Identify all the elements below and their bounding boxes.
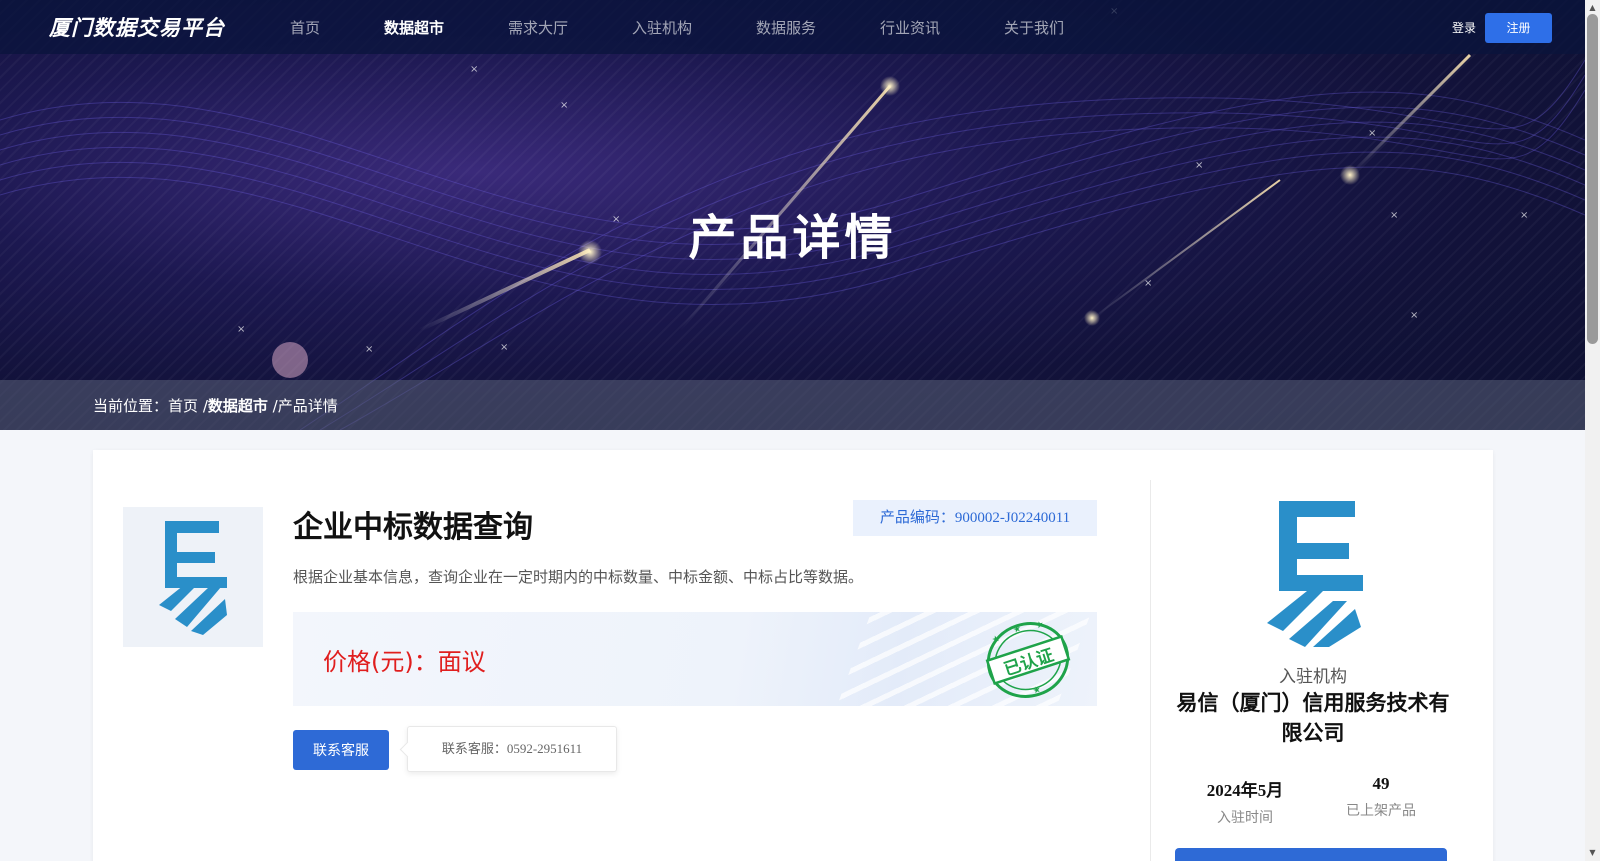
svg-text:×: × bbox=[1195, 160, 1203, 171]
breadcrumb-prefix: 当前位置： bbox=[93, 397, 169, 415]
nav-item-data-services[interactable]: 数据服务 bbox=[756, 17, 816, 38]
price-box: 价格(元)：面议 ★ ★ ★ ★ 已认证 bbox=[293, 612, 1097, 706]
svg-text:×: × bbox=[500, 342, 508, 353]
yixin-logo-icon bbox=[159, 521, 227, 635]
contact-tooltip: 联系客服：0592-2951611 bbox=[407, 726, 617, 772]
product-price: 价格(元)：面议 bbox=[323, 648, 486, 676]
svg-text:×: × bbox=[1144, 278, 1152, 289]
contact-service-button[interactable]: 联系客服 bbox=[293, 730, 389, 770]
svg-text:×: × bbox=[365, 344, 373, 355]
nav-item-home[interactable]: 首页 bbox=[290, 17, 320, 38]
page-title: 产品详情 bbox=[688, 210, 897, 266]
join-time-label: 入驻时间 bbox=[1217, 810, 1273, 826]
scroll-down-arrow[interactable]: ▼ bbox=[1587, 847, 1598, 859]
login-link[interactable]: 登录 bbox=[1452, 19, 1476, 36]
stat-listed-products: 49 已上架产品 bbox=[1321, 774, 1441, 820]
institution-name[interactable]: 易信（厦门）信用服务技术有限公司 bbox=[1173, 688, 1453, 748]
svg-text:×: × bbox=[470, 64, 478, 75]
nav-item-institutions[interactable]: 入驻机构 bbox=[632, 17, 692, 38]
stat-join-time: 2024年5月 入驻时间 bbox=[1185, 776, 1305, 827]
certified-seal-icon: ★ ★ ★ ★ 已认证 bbox=[985, 620, 1071, 698]
breadcrumb-bar: 当前位置：首页 /数据超市 /产品详情 bbox=[0, 380, 1585, 430]
nav-item-industry-news[interactable]: 行业资讯 bbox=[880, 17, 940, 38]
vertical-divider bbox=[1150, 480, 1151, 861]
institution-action-button[interactable] bbox=[1175, 848, 1447, 861]
listed-products-label: 已上架产品 bbox=[1346, 803, 1416, 819]
product-detail-card: 企业中标数据查询 产品编码：900002-J02240011 根据企业基本信息，… bbox=[93, 450, 1493, 861]
breadcrumb-data-market[interactable]: 数据超市 bbox=[208, 397, 268, 415]
register-button[interactable]: 注册 bbox=[1485, 13, 1552, 43]
nav-item-demand-hall[interactable]: 需求大厅 bbox=[508, 17, 568, 38]
svg-text:×: × bbox=[1410, 310, 1418, 321]
top-navbar: 厦门数据交易平台 首页 数据超市 需求大厅 入驻机构 数据服务 行业资讯 关于我… bbox=[0, 0, 1585, 54]
svg-text:×: × bbox=[1368, 128, 1376, 139]
listed-products-value: 49 bbox=[1372, 774, 1390, 793]
institution-label: 入驻机构 bbox=[1279, 667, 1347, 687]
svg-text:×: × bbox=[560, 100, 568, 111]
site-logo[interactable]: 厦门数据交易平台 bbox=[49, 12, 225, 42]
product-description: 根据企业基本信息，查询企业在一定时期内的中标数量、中标金额、中标占比等数据。 bbox=[293, 568, 864, 586]
breadcrumb-home[interactable]: 首页 bbox=[168, 397, 198, 415]
breadcrumb-current: 产品详情 bbox=[277, 397, 338, 415]
product-code-badge: 产品编码：900002-J02240011 bbox=[853, 500, 1097, 536]
join-time-value: 2024年5月 bbox=[1206, 781, 1284, 800]
breadcrumb: 当前位置：首页 /数据超市 /产品详情 bbox=[93, 395, 338, 416]
scrollbar-thumb[interactable] bbox=[1587, 14, 1598, 344]
svg-text:×: × bbox=[237, 324, 245, 335]
scroll-up-arrow[interactable]: ▲ bbox=[1587, 2, 1598, 14]
nav-item-data-market[interactable]: 数据超市 bbox=[384, 17, 444, 38]
hero-banner: ××× ××× ××× ××× ×× 厦门数据交易平台 首页 数据超市 需求大厅… bbox=[0, 0, 1585, 430]
svg-text:★: ★ bbox=[1035, 620, 1046, 632]
institution-logo-icon[interactable] bbox=[1263, 497, 1363, 647]
product-logo bbox=[123, 507, 263, 647]
product-title: 企业中标数据查询 bbox=[293, 510, 533, 545]
nav-item-about-us[interactable]: 关于我们 bbox=[1004, 17, 1064, 38]
